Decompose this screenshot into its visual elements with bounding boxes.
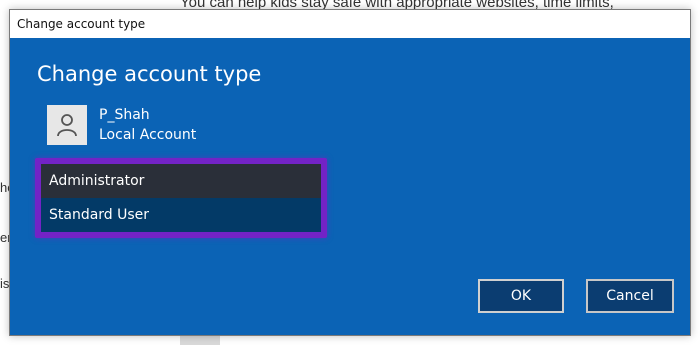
option-administrator[interactable]: Administrator [41, 164, 321, 198]
background-fragment: is [0, 276, 10, 291]
account-type-dropdown[interactable]: Administrator Standard User [41, 164, 321, 232]
dialog-heading: Change account type [37, 62, 262, 86]
user-account-type: Local Account [99, 127, 197, 143]
user-info: P_Shah Local Account [47, 105, 196, 145]
ok-button[interactable]: OK [478, 279, 564, 313]
user-text: P_Shah Local Account [99, 105, 196, 145]
user-name: P_Shah [99, 107, 150, 123]
dialog-titlebar[interactable]: Change account type [10, 10, 690, 38]
change-account-type-dialog: Change account type Change account type … [9, 9, 691, 336]
cancel-button[interactable]: Cancel [586, 279, 674, 313]
avatar [47, 105, 87, 145]
person-icon [57, 114, 77, 137]
account-type-dropdown-highlight: Administrator Standard User [35, 158, 327, 238]
option-standard-user[interactable]: Standard User [41, 198, 321, 232]
window-title: Change account type [17, 17, 146, 31]
